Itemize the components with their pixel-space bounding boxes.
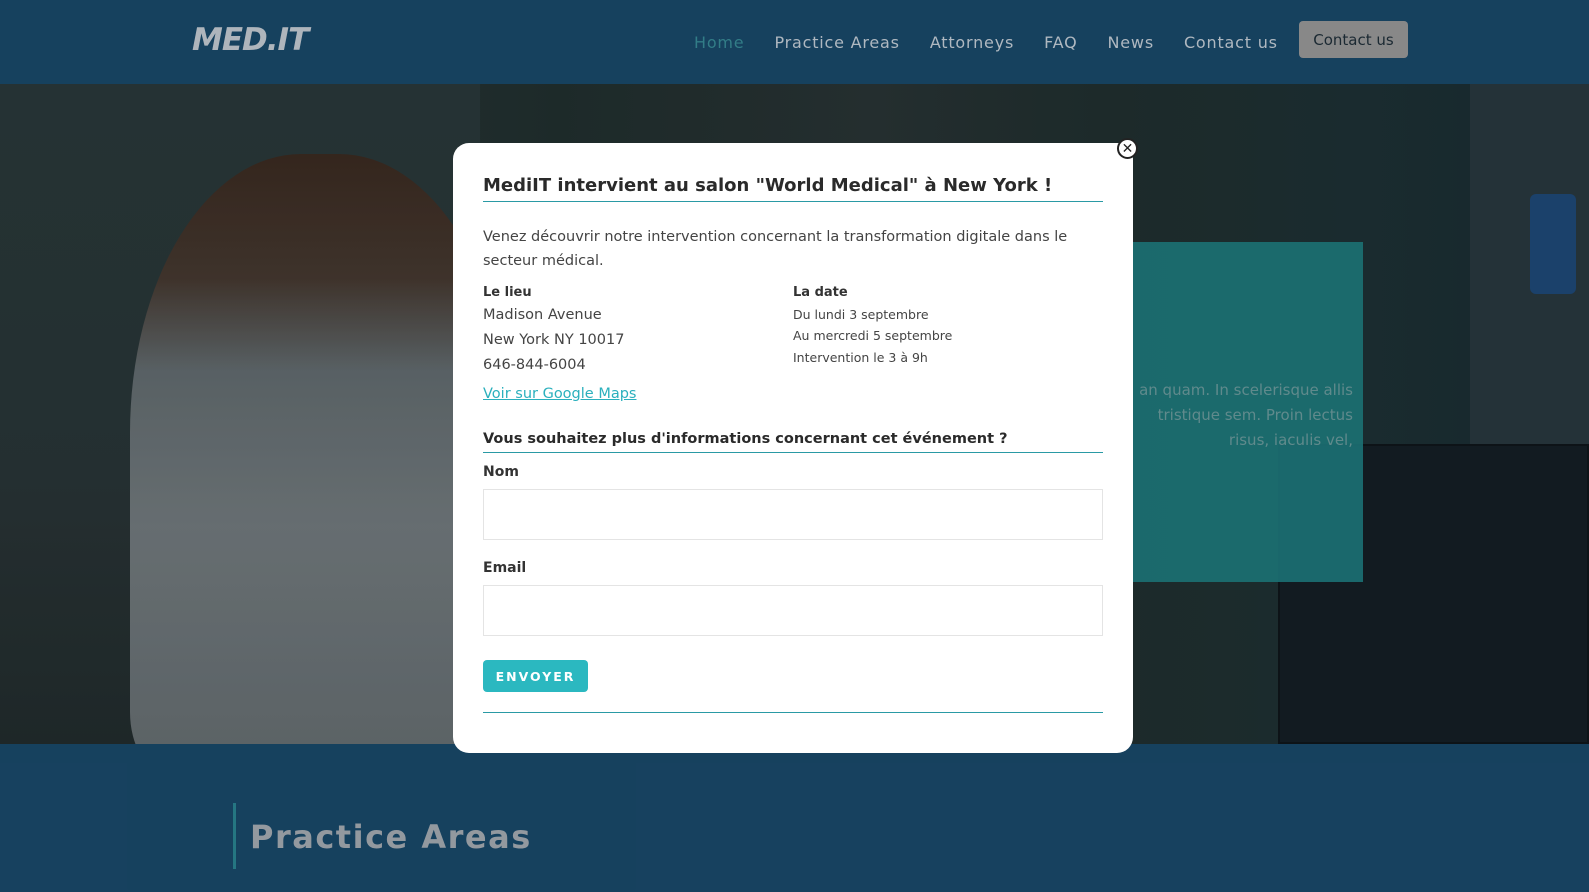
lieu-phone: 646-844-6004: [483, 357, 586, 373]
close-icon[interactable]: ✕: [1117, 138, 1138, 159]
title-divider: [483, 201, 1103, 202]
date-start: Du lundi 3 septembre: [793, 307, 929, 322]
email-label: Email: [483, 560, 527, 576]
lieu-label: Le lieu: [483, 285, 532, 300]
submit-button[interactable]: ENVOYER: [483, 660, 588, 692]
event-modal: MediIT intervient au salon "World Medica…: [453, 143, 1133, 753]
date-label: La date: [793, 285, 848, 300]
nom-label: Nom: [483, 464, 519, 480]
form-title: Vous souhaitez plus d'informations conce…: [483, 431, 1008, 447]
lieu-address: Madison Avenue: [483, 307, 602, 323]
modal-intro: Venez découvrir notre intervention conce…: [483, 229, 1068, 269]
bottom-divider: [483, 712, 1103, 713]
email-input[interactable]: [483, 585, 1103, 636]
date-end: Au mercredi 5 septembre: [793, 328, 953, 343]
date-intervention: Intervention le 3 à 9h: [793, 350, 928, 365]
lieu-city: New York NY 10017: [483, 332, 625, 348]
modal-title: MediIT intervient au salon "World Medica…: [483, 175, 1053, 196]
form-title-divider: [483, 452, 1103, 453]
google-maps-link[interactable]: Voir sur Google Maps: [483, 386, 636, 402]
nom-input[interactable]: [483, 489, 1103, 540]
